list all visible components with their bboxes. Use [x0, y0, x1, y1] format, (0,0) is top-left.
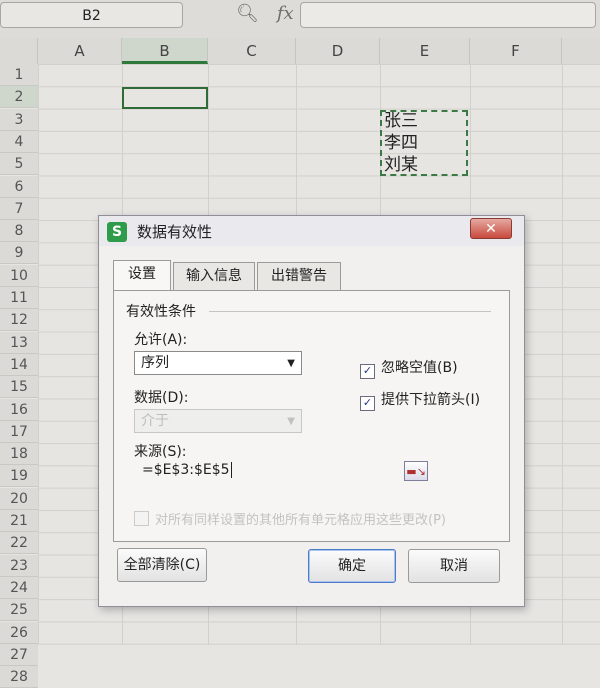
formula-input[interactable]: [300, 2, 596, 28]
wps-logo-icon: S: [107, 222, 127, 242]
magnifier-icon[interactable]: 🔍︎: [236, 3, 259, 24]
row-header-11[interactable]: 11: [0, 287, 38, 309]
ignore-blank-label: 忽略空值(B): [381, 360, 458, 376]
row-header-9[interactable]: 9: [0, 242, 38, 265]
source-label: 来源(S):: [134, 444, 187, 460]
data-select[interactable]: 介于 ▼: [134, 409, 302, 433]
row-header-4[interactable]: 4: [0, 130, 38, 153]
active-cell-b2[interactable]: [122, 87, 208, 109]
row-header-19[interactable]: 19: [0, 465, 38, 488]
tab-input-message[interactable]: 输入信息: [173, 262, 255, 290]
row-header-28[interactable]: 28: [0, 666, 38, 688]
row-header-6[interactable]: 6: [0, 175, 38, 198]
row-header-13[interactable]: 13: [0, 331, 38, 354]
row-header-27[interactable]: 27: [0, 643, 38, 666]
formula-bar: B2 🔍︎ fx: [0, 0, 600, 38]
data-value: 介于: [141, 413, 169, 429]
cell-e5[interactable]: 刘某: [384, 154, 418, 176]
data-validation-dialog: S 数据有效性 ✕ 设置 输入信息 出错警告 有效性条件 允许(A): 序列 ▼…: [98, 215, 525, 607]
row-header-10[interactable]: 10: [0, 264, 38, 287]
row-header-20[interactable]: 20: [0, 487, 38, 510]
row-header-24[interactable]: 24: [0, 576, 38, 599]
dropdown-arrow-checkbox[interactable]: ✓: [360, 396, 375, 411]
row-header-3[interactable]: 3: [0, 108, 38, 131]
row-header-16[interactable]: 16: [0, 398, 38, 421]
column-header-d[interactable]: D: [296, 38, 380, 64]
row-header-7[interactable]: 7: [0, 197, 38, 220]
ignore-blank-option[interactable]: ✓ 忽略空值(B): [360, 357, 458, 379]
tab-error-alert[interactable]: 出错警告: [257, 262, 341, 290]
ok-button[interactable]: 确定: [308, 549, 396, 583]
range-picker-icon[interactable]: ▬↘: [404, 461, 428, 481]
allow-value: 序列: [141, 355, 169, 371]
allow-select[interactable]: 序列 ▼: [134, 351, 302, 375]
column-header-c[interactable]: C: [208, 38, 296, 64]
allow-label: 允许(A):: [134, 332, 188, 348]
apply-all-option[interactable]: 对所有同样设置的其他所有单元格应用这些更改(P): [134, 509, 446, 528]
tab-settings[interactable]: 设置: [113, 260, 171, 290]
row-header-2[interactable]: 2: [0, 86, 38, 109]
apply-all-label: 对所有同样设置的其他所有单元格应用这些更改(P): [155, 513, 446, 528]
name-box[interactable]: B2: [0, 2, 183, 28]
dialog-title-bar[interactable]: S 数据有效性 ✕: [99, 216, 524, 246]
source-value: =$E$3:$E$5: [142, 462, 230, 478]
column-header-b[interactable]: B: [122, 38, 208, 64]
clear-all-button[interactable]: 全部清除(C): [117, 548, 207, 582]
chevron-down-icon: ▼: [287, 416, 295, 427]
dialog-title: 数据有效性: [137, 223, 213, 241]
row-header-22[interactable]: 22: [0, 532, 38, 555]
row-header-25[interactable]: 25: [0, 599, 38, 622]
group-divider: [209, 311, 491, 312]
apply-all-checkbox[interactable]: [134, 511, 149, 526]
fx-icon[interactable]: fx: [277, 3, 294, 24]
ignore-blank-checkbox[interactable]: ✓: [360, 364, 375, 379]
row-header-18[interactable]: 18: [0, 443, 38, 466]
text-cursor: [230, 462, 232, 478]
row-header-23[interactable]: 23: [0, 554, 38, 577]
cell-e4[interactable]: 李四: [384, 132, 418, 154]
settings-panel: 有效性条件 允许(A): 序列 ▼ 数据(D): 介于 ▼ ✓ 忽略空值(B) ✓…: [113, 290, 510, 542]
column-header-a[interactable]: A: [38, 38, 122, 64]
dropdown-arrow-label: 提供下拉箭头(I): [381, 392, 481, 408]
dropdown-arrow-option[interactable]: ✓ 提供下拉箭头(I): [360, 389, 480, 411]
row-header-12[interactable]: 12: [0, 309, 38, 332]
cancel-button[interactable]: 取消: [408, 549, 500, 583]
close-button[interactable]: ✕: [470, 218, 512, 239]
row-header-17[interactable]: 17: [0, 420, 38, 443]
row-header-21[interactable]: 21: [0, 510, 38, 532]
row-header-15[interactable]: 15: [0, 376, 38, 399]
data-label: 数据(D):: [134, 390, 189, 406]
cell-e3[interactable]: 张三: [384, 110, 418, 132]
row-header-26[interactable]: 26: [0, 621, 38, 644]
row-header-8[interactable]: 8: [0, 220, 38, 243]
chevron-down-icon: ▼: [287, 358, 295, 369]
column-header-f[interactable]: F: [470, 38, 562, 64]
row-header-14[interactable]: 14: [0, 353, 38, 376]
source-input[interactable]: =$E$3:$E$5: [128, 459, 388, 481]
row-header-5[interactable]: 5: [0, 153, 38, 176]
grid-line: [562, 64, 563, 645]
row-header-1[interactable]: 1: [0, 64, 38, 86]
column-header-e[interactable]: E: [380, 38, 470, 64]
column-header-bar: A B C D E F: [0, 38, 600, 65]
group-title: 有效性条件: [126, 301, 202, 321]
select-all-corner[interactable]: [0, 38, 38, 64]
